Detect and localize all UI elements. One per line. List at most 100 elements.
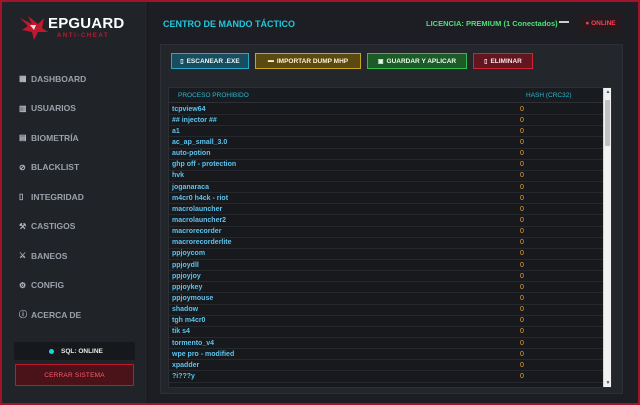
sidebar-item-blacklist[interactable]: ⊘ BLACKLIST [2,153,148,183]
delete-button[interactable]: ▯ ELIMINAR [473,53,533,69]
table-row[interactable]: m4cr0 h4ck - riot 0 [169,193,606,205]
process-name-cell: tormento_v4 [172,339,215,347]
table-row[interactable]: tgh m4cr0 0 [169,316,606,327]
process-name-cell: ppjoycom [172,250,206,258]
process-name-cell: auto-potion [172,150,211,158]
delete-label: ELIMINAR [490,57,522,65]
hash-cell: 0 [520,261,524,269]
sidebar-item-label: BIOMETRÍA [31,132,79,143]
process-name-cell: macrolauncher [172,205,223,213]
main-panel: ▯ ESCANEAR .EXE ▬ IMPORTAR DUMP MHP ▣ GU… [160,44,623,394]
scan-exe-label: ESCANEAR .EXE [186,57,240,65]
minimize-button[interactable] [559,21,569,23]
table-row[interactable]: auto-potion 0 [169,149,606,160]
hash-cell: 0 [520,294,524,302]
hash-cell: 0 [520,361,524,369]
scrollbar-thumb[interactable] [605,100,610,146]
scroll-down-icon[interactable]: ▼ [604,379,611,387]
table-row[interactable]: tcpview64 0 [169,104,606,116]
column-header-process[interactable]: PROCESO PROHIBIDO [178,92,249,99]
eagle-logo-icon [20,16,48,40]
table-row[interactable]: macrolauncher 0 [169,204,606,216]
process-name-cell: ac_ap_small_3.0 [172,138,228,146]
table-row[interactable]: xpadder 0 [169,360,606,372]
table-row[interactable]: macrorecorder 0 [169,227,606,238]
app-window: EPGUARD ANTI-CHEAT ▦ DASHBOARD ▥ USUARIO… [0,0,640,405]
table-row[interactable]: macrolauncher2 0 [169,215,606,227]
process-name-cell: tgh m4cr0 [172,317,206,325]
process-name-cell: tcpview64 [172,105,206,113]
hash-cell: 0 [520,350,524,358]
status-dot-icon [49,348,54,354]
process-name-cell: macrorecorder [172,228,222,236]
table-row[interactable]: ## injector ## 0 [169,115,606,127]
table-row[interactable]: a1 0 [169,126,606,138]
process-name-cell: ## injector ## [172,116,217,124]
scan-exe-button[interactable]: ▯ ESCANEAR .EXE [171,53,249,69]
hash-cell: 0 [520,194,524,202]
sidebar-item-config[interactable]: ⚙ CONFIG [2,271,148,301]
table-row[interactable]: hvk 0 [169,171,606,182]
column-header-hash[interactable]: HASH (CRC32) [526,92,572,99]
process-name-cell: hvk [172,172,185,180]
table-row[interactable]: ac_ap_small_3.0 0 [169,137,606,149]
fingerprint-icon: ▤ [19,133,27,143]
page-title: CENTRO DE MANDO TÁCTICO [163,19,295,29]
table-row[interactable]: shadow 0 [169,305,606,316]
import-dump-button[interactable]: ▬ IMPORTAR DUMP MHP [255,53,361,69]
sidebar-item-acerca[interactable]: ⓘ ACERCA DE [2,300,148,330]
table-row[interactable]: ghp off - protection 0 [169,160,606,171]
hash-cell: 0 [520,283,524,291]
table-row[interactable]: ppjoymouse 0 [169,293,606,305]
sidebar-item-castigos[interactable]: ⚒ CASTIGOS [2,212,148,242]
hash-cell: 0 [520,239,524,247]
table-row[interactable]: ppjoyjoy 0 [169,271,606,283]
hash-cell: 0 [520,228,524,236]
hash-cell: 0 [520,183,524,191]
sidebar-item-label: CASTIGOS [31,221,76,232]
hash-cell: 0 [520,127,524,135]
table-body: tcpview64 0 ## injector ## 0 a1 0 ac_ap_small_… [169,104,606,383]
hash-cell: 0 [520,205,524,213]
brand-logo: EPGUARD ANTI-CHEAT [20,11,134,45]
table-row[interactable]: tormento_v4 0 [169,338,606,350]
process-name-cell: wpe pro - modified [172,350,235,358]
hash-cell: 0 [520,105,524,113]
online-status-badge: ● ONLINE [579,13,622,34]
hash-cell: 0 [520,317,524,325]
hash-cell: 0 [520,138,524,146]
table-row[interactable]: ?i???y 0 [169,371,606,383]
brand-tagline: ANTI-CHEAT [57,33,110,39]
hash-cell: 0 [520,272,524,280]
table-row[interactable]: ppjoykey 0 [169,282,606,294]
file-icon: ▯ [180,58,184,65]
process-name-cell: ppjoymouse [172,294,214,302]
table-row[interactable]: tik s4 0 [169,327,606,338]
table-row[interactable]: wpe pro - modified 0 [169,349,606,361]
hash-cell: 0 [520,161,524,169]
logout-button[interactable]: CERRAR SISTEMA [15,364,134,386]
sidebar-item-usuarios[interactable]: ▥ USUARIOS [2,94,148,124]
table-row[interactable]: ppjoycom 0 [169,249,606,260]
info-icon: ⓘ [19,310,27,320]
table-row[interactable]: joganaraca 0 [169,182,606,194]
table-row[interactable]: macrorecorderlite 0 [169,238,606,249]
trash-icon: ▯ [484,58,488,65]
scroll-up-icon[interactable]: ▲ [604,88,611,96]
file-icon: ▯ [19,192,24,202]
sidebar-item-dashboard[interactable]: ▦ DASHBOARD [2,64,148,94]
save-apply-button[interactable]: ▣ GUARDAR Y APLICAR [367,53,467,69]
sidebar-item-integridad[interactable]: ▯ INTEGRIDAD [2,182,148,212]
ban-icon: ⊘ [19,162,26,172]
toolbar: ▯ ESCANEAR .EXE ▬ IMPORTAR DUMP MHP ▣ GU… [171,53,539,69]
license-status: LICENCIA: PREMIUM (1 Conectados) [426,19,558,28]
save-icon: ▣ [377,58,384,65]
sidebar-item-label: ACERCA DE [31,309,82,320]
sidebar-item-biometria[interactable]: ▤ BIOMETRÍA [2,123,148,153]
vertical-scrollbar[interactable]: ▲ ▼ [603,88,611,387]
table-row[interactable]: ppjoydll 0 [169,260,606,272]
sidebar: EPGUARD ANTI-CHEAT ▦ DASHBOARD ▥ USUARIO… [2,2,148,403]
sidebar-item-baneos[interactable]: ⚔ BANEOS [2,241,148,271]
hammer-icon: ⚔ [19,251,27,261]
gavel-icon: ⚒ [19,221,27,231]
